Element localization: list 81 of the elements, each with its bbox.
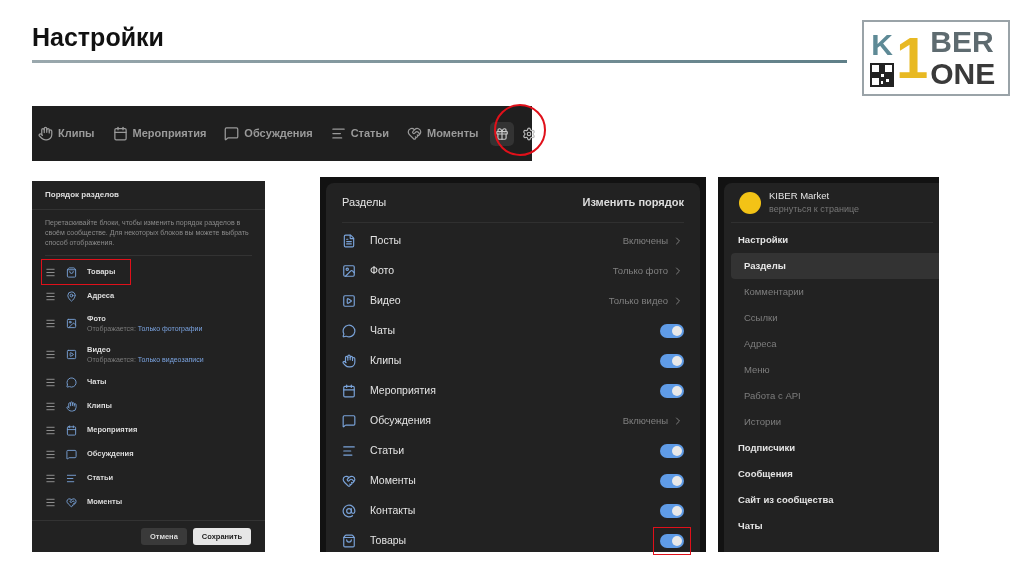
logo-word: BER	[930, 26, 995, 58]
sidebar-item[interactable]: Адреса	[731, 331, 939, 357]
toggle-switch[interactable]	[653, 527, 691, 555]
drag-handle-icon	[45, 376, 56, 388]
section-label: Клипы	[370, 353, 403, 369]
hand-icon	[66, 400, 77, 412]
drag-handle-icon	[45, 318, 56, 329]
bag-icon	[66, 266, 77, 278]
card-title: Разделы	[342, 195, 387, 211]
chat-bubble-icon	[66, 376, 77, 388]
section-label: Видео	[370, 293, 402, 309]
drag-handle-icon	[45, 349, 56, 360]
play-icon	[342, 294, 356, 308]
toolbar-tab[interactable]: Моменты	[407, 125, 479, 142]
section-option[interactable]: Включены	[617, 228, 689, 254]
speech-bubble-icon	[224, 126, 240, 141]
calendar-icon	[66, 424, 77, 436]
toolbar-tab[interactable]: Мероприятия	[112, 125, 207, 142]
text-lines-icon	[330, 126, 346, 141]
slide-title: Настройки	[32, 22, 165, 52]
sidebar-item[interactable]: Комментарии	[731, 279, 939, 305]
section-label: Статьи	[370, 443, 406, 459]
bag-icon	[342, 534, 356, 548]
toolbar-tab[interactable]: Статьи	[330, 125, 390, 142]
drag-handle-icon	[45, 266, 56, 278]
toolbar-tab[interactable]: Клипы	[38, 125, 95, 142]
reorder-link[interactable]: Изменить порядок	[582, 194, 684, 211]
play-icon	[66, 349, 77, 360]
speech-bubble-icon	[66, 448, 77, 460]
hand-icon	[38, 126, 53, 141]
map-pin-icon	[66, 290, 77, 302]
sidebar-item[interactable]: Сообщения	[731, 461, 939, 487]
section-label: Фото	[370, 263, 396, 279]
sidebar-item[interactable]: Меню	[731, 357, 939, 383]
drag-handle-icon	[45, 290, 56, 302]
sidebar-item[interactable]: Работа с API	[731, 383, 939, 409]
sidebar-item[interactable]: Сайт из сообщества	[731, 487, 939, 513]
section-option[interactable]: Только видео	[603, 288, 689, 314]
gift-button[interactable]	[490, 121, 515, 146]
calendar-icon	[342, 384, 356, 398]
text-lines-icon	[66, 472, 77, 484]
drag-handle-icon	[45, 496, 56, 508]
community-name: KIBER Market	[769, 188, 831, 203]
hand-icon	[342, 354, 356, 368]
logo-digit: 1	[896, 28, 929, 88]
logo-word: ONE	[930, 58, 996, 90]
image-icon	[342, 264, 356, 278]
section-label: Товары	[370, 533, 408, 549]
toolbar-tab[interactable]: Обсуждения	[224, 125, 313, 142]
section-label: Контакты	[370, 503, 417, 519]
sidebar-item[interactable]: Ссылки	[731, 305, 939, 331]
sidebar-item[interactable]: Разделы	[731, 253, 939, 279]
section-label: Чаты	[370, 323, 396, 339]
text-lines-icon	[342, 444, 356, 458]
sidebar-item[interactable]: Чаты	[731, 513, 939, 539]
gift-icon	[495, 126, 510, 141]
section-label: Обсуждения	[370, 413, 433, 429]
speech-bubble-icon	[342, 414, 356, 428]
drag-handle-icon	[45, 448, 56, 460]
section-label: Посты	[370, 233, 402, 249]
sidebar-item[interactable]: Подписчики	[731, 435, 939, 461]
dialog-title: Порядок разделов	[45, 189, 120, 201]
drag-handle-icon	[45, 400, 56, 412]
sidebar-item[interactable]: Настройки	[731, 227, 939, 253]
community-avatar	[739, 191, 761, 214]
chat-bubble-icon	[342, 324, 356, 338]
logo-letter: K	[871, 29, 893, 61]
document-icon	[342, 234, 356, 248]
calendar-icon	[112, 126, 128, 141]
section-option[interactable]: Только фото	[607, 258, 689, 284]
drag-handle-icon	[45, 424, 56, 436]
sidebar-item[interactable]: Истории	[731, 409, 939, 435]
drag-handle-icon	[45, 472, 56, 484]
qr-code-icon	[870, 63, 894, 87]
section-option[interactable]: Включены	[617, 408, 689, 434]
at-sign-icon	[342, 504, 356, 518]
settings-icon	[522, 126, 537, 141]
image-icon	[66, 318, 77, 329]
back-link[interactable]: вернуться к странице	[769, 202, 859, 217]
section-label: Мероприятия	[370, 383, 437, 399]
section-label: Моменты	[370, 473, 417, 489]
